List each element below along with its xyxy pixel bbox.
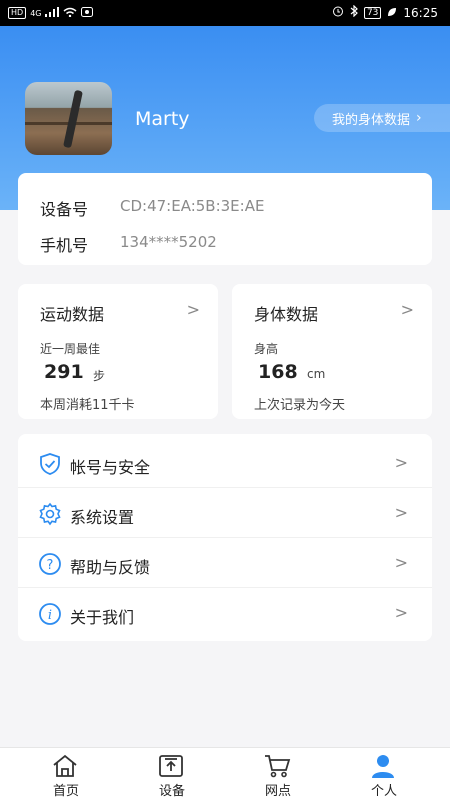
chevron-right-icon: ›	[416, 110, 422, 126]
status-right: 73 16:25	[332, 4, 438, 20]
tab-personal[interactable]: 个人	[328, 748, 440, 801]
phone-label: 手机号	[40, 236, 89, 255]
sport-calories-text: 本周消耗11千卡	[40, 398, 135, 413]
shield-check-icon	[38, 452, 62, 476]
bottom-tab-bar: 首页 设备 网点 个人	[0, 747, 450, 801]
menu-item-account-security[interactable]: 帐号与安全 >	[18, 438, 432, 488]
sport-data-card[interactable]: 运动数据 > 近一周最佳 291 步 本周消耗11千卡	[18, 284, 218, 419]
device-icon	[156, 753, 186, 779]
notification-icon	[81, 6, 94, 20]
menu-label: 系统设置	[70, 508, 135, 527]
device-id-value: CD:47:EA:5B:3E:AE	[120, 197, 265, 215]
sport-best-label: 近一周最佳	[40, 342, 101, 356]
tab-outlets[interactable]: 网点	[222, 748, 334, 801]
body-data-card[interactable]: 身体数据 > 身高 168 cm 上次记录为今天	[232, 284, 432, 419]
leaf-icon	[387, 6, 397, 20]
cart-icon	[262, 753, 292, 779]
hd-badge: HD	[8, 7, 27, 19]
menu-item-help-feedback[interactable]: ? 帮助与反馈 >	[18, 538, 432, 588]
tab-label: 设备	[158, 784, 185, 799]
clock-time: 16:25	[403, 5, 438, 20]
sport-data-title: 运动数据	[40, 305, 105, 324]
my-body-data-label: 我的身体数据	[332, 112, 411, 128]
settings-menu: 帐号与安全 > 系统设置 > ? 帮助与反馈 > i 关于我们 >	[18, 434, 432, 641]
tab-home[interactable]: 首页	[10, 748, 122, 801]
username: Marty	[135, 108, 190, 130]
tab-label: 个人	[370, 784, 397, 799]
signal-icon	[45, 6, 60, 20]
tab-label: 网点	[264, 784, 291, 799]
height-label: 身高	[254, 342, 279, 356]
alarm-icon	[332, 5, 344, 20]
bluetooth-icon	[350, 4, 358, 20]
svg-text:i: i	[48, 608, 52, 623]
menu-label: 帐号与安全	[70, 458, 151, 477]
wifi-icon	[63, 6, 77, 20]
height-value: 168	[258, 361, 298, 383]
chevron-right-icon: >	[394, 503, 408, 522]
info-icon: i	[38, 602, 62, 626]
my-body-data-button[interactable]: 我的身体数据 ›	[314, 104, 450, 132]
device-info-card: 设备号 CD:47:EA:5B:3E:AE 手机号 134****5202	[18, 173, 432, 265]
menu-item-about-us[interactable]: i 关于我们 >	[18, 588, 432, 638]
menu-label: 关于我们	[70, 608, 135, 627]
network-badge: 4G	[30, 8, 42, 18]
status-left: HD 4G	[8, 6, 94, 20]
phone-value: 134****5202	[120, 233, 217, 251]
chevron-right-icon: >	[394, 603, 408, 622]
avatar[interactable]	[25, 82, 112, 155]
menu-label: 帮助与反馈	[70, 558, 151, 577]
tab-label: 首页	[52, 784, 79, 799]
status-bar: HD 4G 73 16:25	[0, 0, 450, 26]
chevron-right-icon: >	[394, 453, 408, 472]
chevron-right-icon: >	[186, 300, 200, 319]
home-icon	[50, 753, 80, 779]
chevron-right-icon: >	[394, 553, 408, 572]
gear-icon	[38, 502, 62, 526]
last-record-text: 上次记录为今天	[254, 398, 346, 413]
help-icon: ?	[38, 552, 62, 576]
chevron-right-icon: >	[400, 300, 414, 319]
person-icon	[368, 753, 398, 779]
height-unit: cm	[307, 367, 326, 381]
menu-item-system-settings[interactable]: 系统设置 >	[18, 488, 432, 538]
body-data-title: 身体数据	[254, 305, 319, 324]
sport-steps-value: 291	[44, 361, 84, 383]
tab-device[interactable]: 设备	[116, 748, 228, 801]
battery-level: 73	[363, 6, 382, 19]
sport-steps-unit: 步	[93, 369, 106, 383]
svg-text:?: ?	[47, 558, 54, 573]
device-id-label: 设备号	[40, 200, 89, 219]
